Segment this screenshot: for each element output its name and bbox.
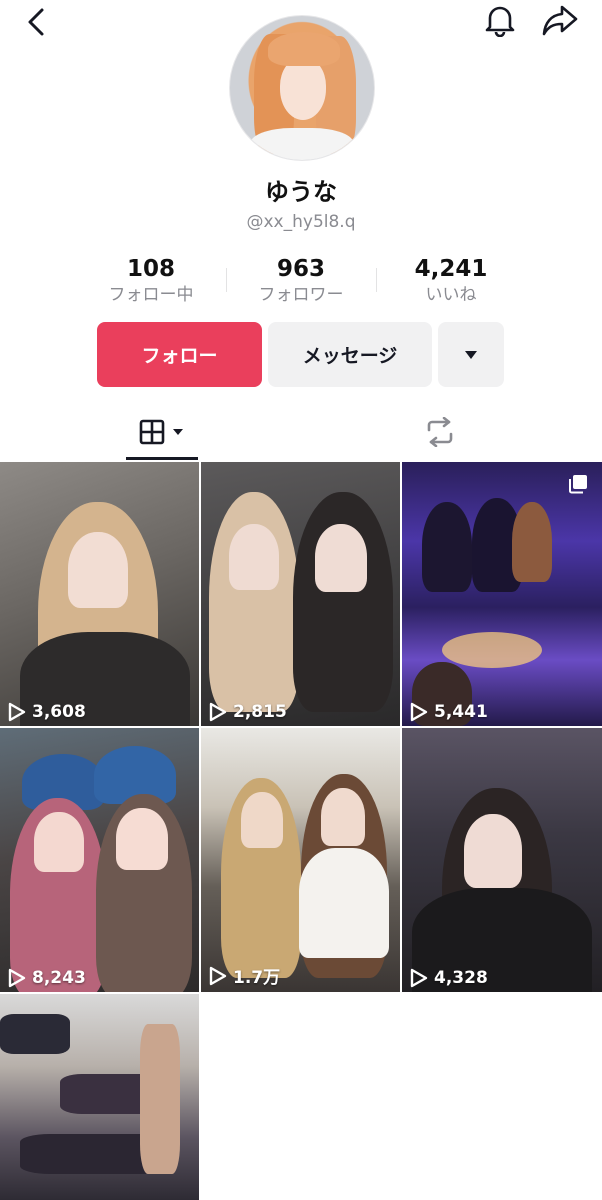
repost-icon (427, 417, 453, 447)
thumbnail-face (464, 814, 522, 888)
video-thumbnail[interactable]: 3,608 (0, 462, 199, 726)
play-icon (410, 968, 428, 988)
followers-label: フォロワー (258, 285, 344, 305)
video-thumbnail[interactable]: 8,243 (0, 728, 199, 992)
chevron-left-icon (28, 8, 44, 36)
thumbnail-face (321, 788, 365, 846)
avatar-fringe (268, 32, 340, 66)
video-thumbnail[interactable]: 5,441 (402, 462, 602, 726)
profile-page: ゆうな @xx_hy5l8.q 108 フォロー中 963 フォロワー 4,24… (0, 0, 602, 1200)
view-count-label: 3,608 (32, 702, 86, 722)
play-icon (209, 702, 227, 722)
share-button[interactable] (536, 0, 584, 40)
active-tab-indicator (126, 457, 198, 460)
view-count-label: 5,441 (434, 702, 488, 722)
view-count: 4,328 (410, 968, 488, 988)
thumbnail-face (315, 524, 367, 592)
follow-button[interactable]: フォロー (97, 322, 262, 387)
following-count: 108 (126, 256, 175, 282)
play-icon (8, 968, 26, 988)
video-thumbnail[interactable]: 1.7万 (201, 728, 400, 992)
view-count: 3,608 (8, 702, 86, 722)
caret-down-icon (465, 350, 477, 359)
thumbnail-face (229, 524, 279, 590)
thumbnail-face (68, 532, 128, 608)
thumbnail-lights (442, 632, 542, 668)
video-thumbnail[interactable]: 4,328 (402, 728, 602, 992)
notifications-button[interactable] (478, 0, 522, 40)
view-count: 8,243 (8, 968, 86, 988)
play-icon (410, 702, 428, 722)
video-thumbnail[interactable]: 2,815 (201, 462, 400, 726)
message-button[interactable]: メッセージ (268, 322, 432, 387)
view-count: 1.7万 (209, 963, 280, 988)
stat-following[interactable]: 108 フォロー中 (76, 255, 226, 307)
play-icon (8, 702, 26, 722)
avatar[interactable] (229, 15, 375, 161)
thumbnail-face (34, 812, 84, 872)
grid-icon (139, 419, 165, 445)
video-thumbnail[interactable] (0, 994, 199, 1200)
thumbnail-face (241, 792, 283, 848)
share-icon (542, 5, 578, 36)
avatar-face (280, 58, 326, 120)
stat-followers[interactable]: 963 フォロワー (226, 255, 376, 307)
view-count-label: 1.7万 (233, 968, 281, 988)
stat-likes[interactable]: 4,241 いいね (376, 255, 526, 307)
tab-videos[interactable] (126, 404, 198, 460)
likes-count: 4,241 (414, 256, 488, 282)
view-count-label: 2,815 (233, 702, 287, 722)
thumbnail-person (140, 1024, 180, 1174)
more-button[interactable] (438, 322, 504, 387)
display-name: ゆうな (265, 178, 337, 206)
thumbnail-coat (299, 848, 389, 958)
bell-icon (485, 6, 515, 37)
back-button[interactable] (14, 2, 58, 42)
avatar-shirt (250, 128, 354, 160)
multi-photo-icon (569, 475, 587, 494)
followers-count: 963 (276, 256, 325, 282)
view-count: 2,815 (209, 702, 287, 722)
view-count: 5,441 (410, 702, 488, 722)
username: @xx_hy5l8.q (246, 212, 356, 232)
thumbnail-person (0, 1014, 70, 1054)
thumbnail-person (422, 502, 472, 592)
play-icon (209, 966, 227, 985)
following-label: フォロー中 (108, 285, 194, 305)
caret-down-icon (173, 429, 183, 435)
view-count-label: 8,243 (32, 968, 86, 988)
thumbnail-face (116, 808, 168, 870)
thumbnail-person (512, 502, 552, 582)
likes-label: いいね (425, 285, 477, 305)
view-count-label: 4,328 (434, 968, 488, 988)
tab-reposts[interactable] (400, 404, 480, 460)
